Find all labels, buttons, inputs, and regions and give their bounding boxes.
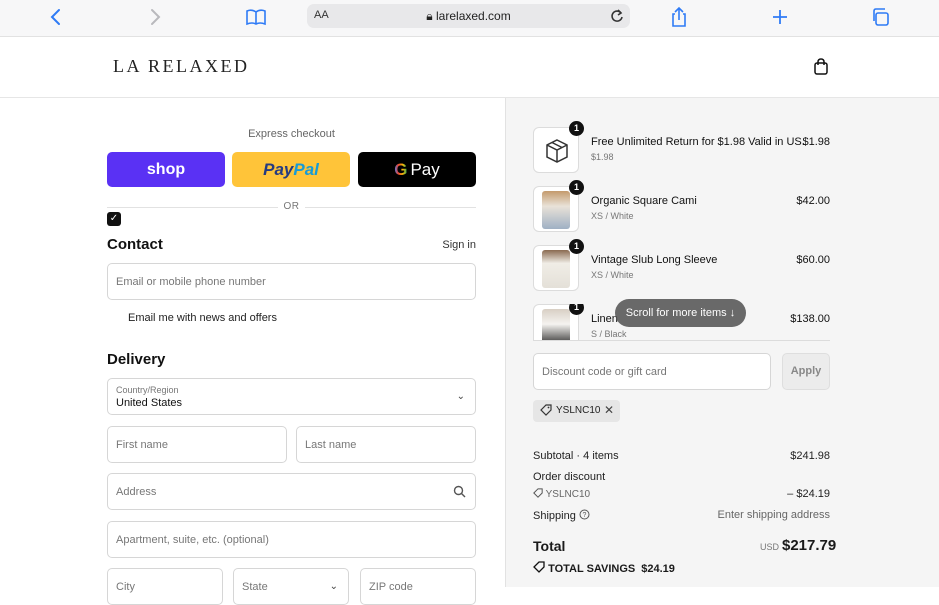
contact-title: Contact [107,236,163,253]
email-placeholder: Email or mobile phone number [116,276,266,288]
total-savings: TOTAL SAVINGS $24.19 [533,561,675,575]
checkout-form: Express checkout shop Pay Pal G Pay OR Con… [0,98,505,587]
paypal-button[interactable]: Pay Pal [232,152,350,187]
item-price: $42.00 [796,195,830,207]
tag-icon [540,404,552,419]
item-name: Organic Square Cami [591,195,697,207]
order-discount-label: Order discount [533,471,606,483]
item-price: $1.98 [802,136,830,148]
discount-placeholder: Discount code or gift card [542,366,667,378]
delivery-title: Delivery [107,351,166,368]
lock-icon: 🔒︎ [426,9,433,23]
address-bar[interactable]: AA 🔒︎ larelaxed.com [307,4,630,28]
quantity-badge: 1 [569,180,584,195]
quantity-badge: 1 [569,121,584,136]
reload-icon[interactable] [610,8,624,29]
tag-icon [533,488,543,500]
country-label: Country/Region [116,385,179,395]
remove-code-icon[interactable]: ✕ [604,403,614,417]
item-name: Free Unlimited Return for $1.98 Valid in… [591,136,805,148]
quantity-badge: 1 [569,239,584,254]
url-value: larelaxed.com [436,9,511,23]
tabs-overview-icon[interactable] [870,6,892,28]
item-variant: XS / White [591,211,634,221]
address-placeholder: Address [116,486,157,498]
shipping-value: Enter shipping address [717,509,830,521]
country-value: United States [116,397,183,409]
item-price: $60.00 [796,254,830,266]
email-field[interactable]: Email or mobile phone number [107,263,476,300]
or-label: OR [278,201,305,212]
chevron-down-icon: ⌄ [456,391,465,402]
first-name-field[interactable]: First name [107,426,287,463]
total-label: Total [533,538,566,554]
subtotal-label: Subtotal · 4 items [533,450,619,462]
shipping-label-group: Shipping ? [533,509,590,522]
address-field[interactable]: Address [107,473,476,510]
apartment-placeholder: Apartment, suite, etc. (optional) [116,534,269,546]
scroll-for-more-button[interactable]: Scroll for more items ↓ [615,299,746,327]
last-name-placeholder: Last name [305,439,357,451]
tag-icon [533,561,548,575]
shopping-bag-icon[interactable] [813,58,829,81]
applied-code: YSLNC10 [556,405,601,416]
help-icon[interactable]: ? [579,509,590,522]
apartment-field[interactable]: Apartment, suite, etc. (optional) [107,521,476,558]
store-header: LA RELAXED [0,37,939,98]
back-icon[interactable] [46,6,66,28]
url-text: 🔒︎ larelaxed.com [307,9,630,24]
subtotal-value: $241.98 [790,450,830,462]
cart-item: 1 Organic Square Cami XS / White $42.00 [533,180,830,232]
search-icon [453,485,466,503]
savings-label: TOTAL SAVINGS [548,563,636,575]
paypal-pal-text: Pal [293,159,319,179]
first-name-placeholder: First name [116,439,168,451]
currency-label: USD [760,542,780,552]
sign-in-link[interactable]: Sign in [420,239,476,251]
svg-text:?: ? [582,512,586,519]
savings-value: $24.19 [641,563,675,575]
quantity-badge: 1 [569,304,584,315]
product-photo [542,191,570,229]
last-name-field[interactable]: Last name [296,426,476,463]
city-placeholder: City [116,581,135,593]
share-icon[interactable] [669,6,689,28]
google-g-icon: G [394,159,408,179]
item-variant: XS / White [591,270,634,280]
cart-item: 1 Free Unlimited Return for $1.98 Valid … [533,121,830,173]
state-placeholder: State [242,581,268,593]
shipping-label: Shipping [533,510,576,522]
google-pay-text: Pay [410,159,440,179]
forward-icon[interactable] [145,6,165,28]
google-pay-button[interactable]: G Pay [358,152,476,187]
express-checkout-label: Express checkout [248,128,335,140]
discount-code-field[interactable]: Discount code or gift card [533,353,771,390]
item-name: Vintage Slub Long Sleeve [591,254,718,266]
items-divider [533,340,830,341]
total-value: $217.79 [782,537,837,554]
apply-discount-button[interactable]: Apply [782,353,830,390]
item-variant: $1.98 [591,152,614,162]
item-name: Linen [591,313,618,325]
zip-placeholder: ZIP code [369,581,413,593]
item-variant: S / Black [591,329,627,339]
discount-code-line: YSLNC10 [533,488,590,500]
newsletter-label: Email me with news and offers [128,312,277,324]
bookmarks-icon[interactable] [245,6,267,28]
new-tab-icon[interactable] [770,6,790,28]
store-logo[interactable]: LA RELAXED [113,56,250,77]
product-photo [542,309,570,340]
product-photo [542,250,570,288]
cart-item: 1 Vintage Slub Long Sleeve XS / White $6… [533,239,830,291]
paypal-pay-text: Pay [263,159,294,179]
country-select[interactable]: Country/Region United States ⌄ [107,378,476,415]
discount-code-text: YSLNC10 [545,489,591,500]
shop-pay-button[interactable]: shop [107,152,225,187]
browser-toolbar: AA 🔒︎ larelaxed.com [0,0,939,37]
applied-code-chip: YSLNC10 ✕ [533,400,620,422]
discount-value: – $24.19 [787,488,830,500]
item-price: $138.00 [790,313,830,325]
newsletter-checkbox[interactable]: ✓ [107,212,121,226]
